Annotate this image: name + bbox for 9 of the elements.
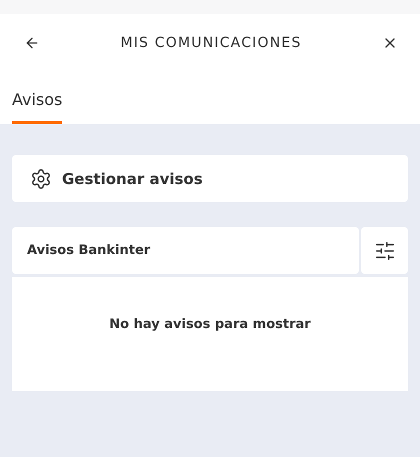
sliders-icon [374, 240, 396, 262]
tab[interactable]: Avisos [12, 90, 62, 124]
page-title: MIS COMUNICACIONES [120, 35, 302, 51]
notices-header: Avisos Bankinter [12, 227, 359, 274]
empty-message: No hay avisos para mostrar [109, 317, 311, 334]
back-button[interactable] [24, 35, 40, 51]
filter-button[interactable] [361, 227, 408, 274]
settings-icon [30, 168, 52, 190]
manage-notices-button[interactable]: Gestionar avisos [12, 155, 408, 202]
